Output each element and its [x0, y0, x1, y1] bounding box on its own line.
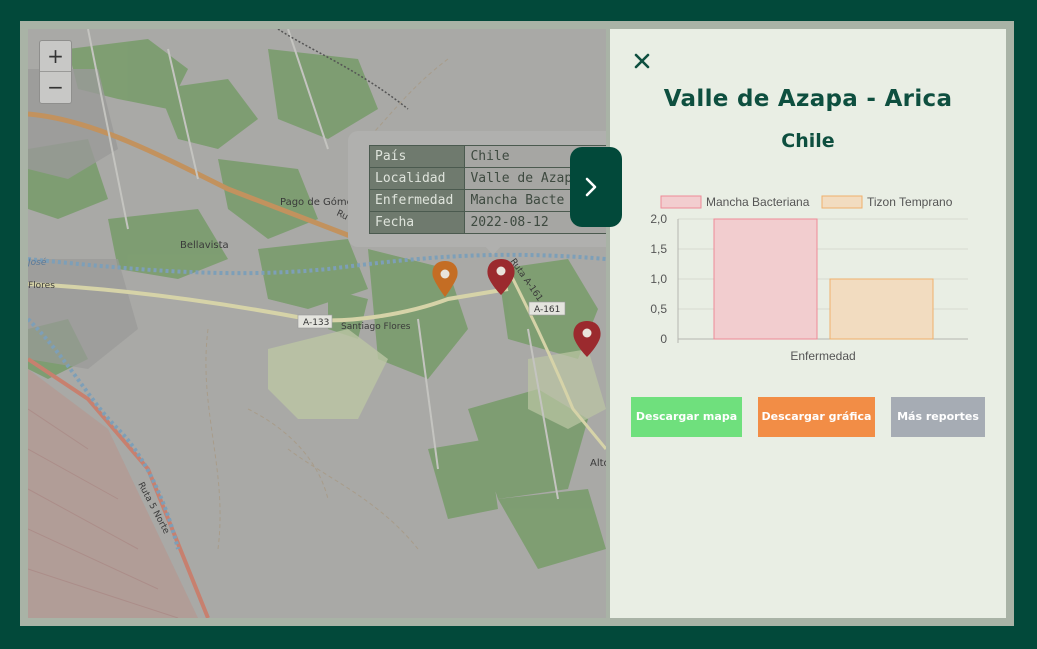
label-santiago-flores: Santiago Flores: [341, 322, 411, 332]
chevron-right-icon: [585, 177, 597, 197]
zoom-out-button[interactable]: −: [40, 71, 71, 102]
label-flores: Flores: [28, 281, 55, 291]
y-tick-label: 1,5: [650, 242, 667, 256]
bar-2[interactable]: [829, 278, 934, 340]
label-bellavista: Bellavista: [180, 240, 229, 251]
zoom-in-button[interactable]: +: [40, 41, 71, 71]
download-chart-button[interactable]: Descargar gráfica: [758, 397, 875, 437]
popup-key: Enfermedad: [368, 189, 466, 212]
y-tick-label: 0,5: [650, 302, 667, 316]
legend-label-2: Tizon Temprano: [867, 195, 953, 209]
bar-1[interactable]: [713, 218, 818, 340]
download-map-button[interactable]: Descargar mapa: [631, 397, 742, 437]
y-tick-label: 1,0: [650, 272, 667, 286]
panel-toggle-button[interactable]: [570, 147, 622, 227]
label-jose: José: [28, 257, 47, 268]
label-pago-de-gomez: Pago de Góme: [280, 196, 353, 208]
label-a161: A-161: [534, 305, 560, 315]
disease-bar-chart: Mancha Bacteriana Tizon Temprano 0 0,5 1,0…: [650, 195, 968, 363]
zoom-control: + −: [39, 40, 72, 104]
label-a133: A-133: [303, 318, 329, 328]
panel-subtitle: Chile: [781, 130, 835, 152]
close-icon[interactable]: [633, 52, 651, 70]
legend-label-1: Mancha Bacteriana: [706, 195, 810, 209]
popup-key: Fecha: [368, 211, 466, 234]
map-view[interactable]: Pago de Góme Ru Bellavista Flores José S…: [28, 29, 606, 618]
popup-tip: [484, 245, 502, 255]
label-alto: Alto: [590, 458, 606, 469]
y-tick-label: 2,0: [650, 212, 667, 226]
map-tiles: Pago de Góme Ru Bellavista Flores José S…: [28, 29, 606, 618]
panel-title: Valle de Azapa - Arica: [663, 86, 953, 112]
popup-key: País: [368, 145, 466, 168]
legend-swatch-2: [821, 195, 863, 209]
popup-key: Localidad: [368, 167, 466, 190]
x-tick-label: Enfermedad: [790, 349, 855, 363]
y-tick-label: 0: [660, 332, 667, 346]
more-reports-button[interactable]: Más reportes: [891, 397, 985, 437]
marker-popup: País Chile Localidad Valle de Azapa Enfe…: [348, 131, 606, 255]
legend-swatch-1: [660, 195, 702, 209]
